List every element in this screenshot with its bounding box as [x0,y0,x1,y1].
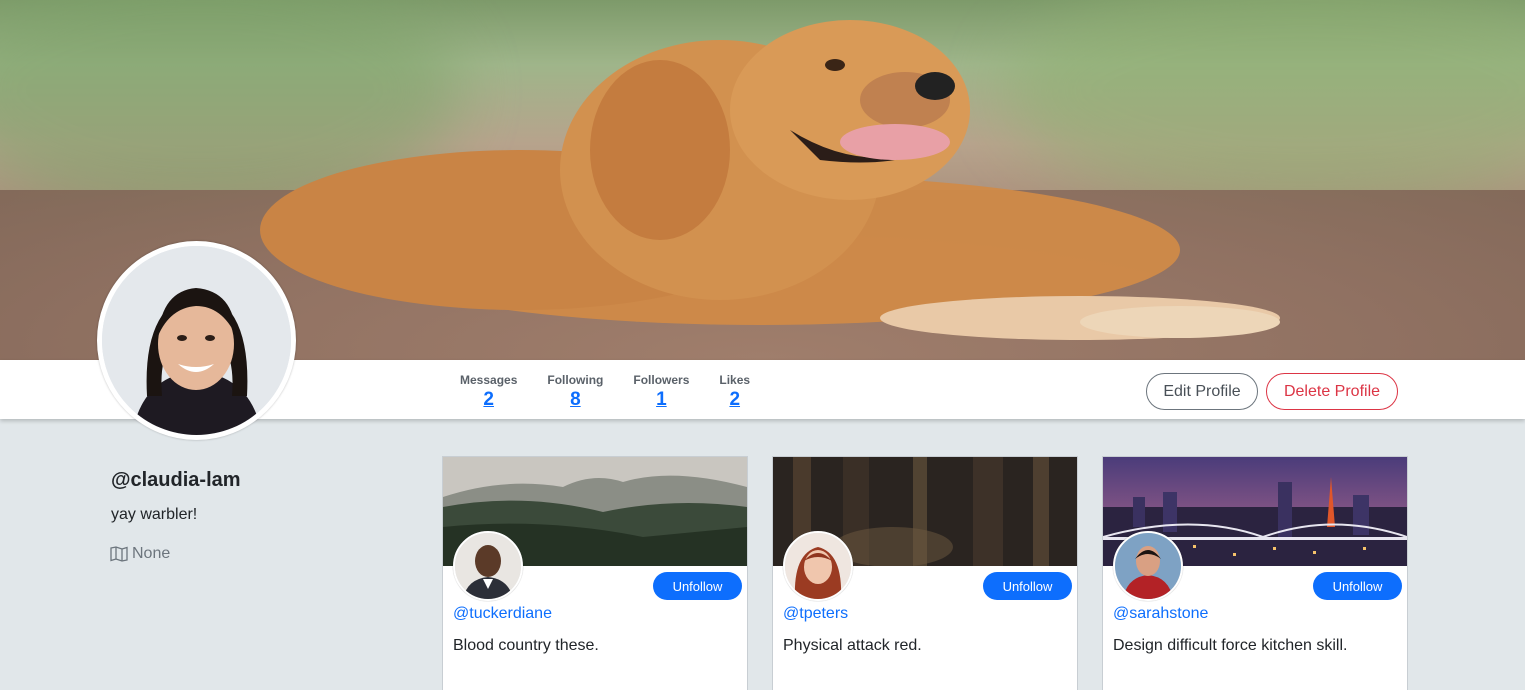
map-icon [110,546,128,562]
user-handle-link[interactable]: @tuckerdiane [453,605,552,623]
following-card: Unfollow @tpeters Physical attack red. [772,456,1078,690]
stat-messages: Messages 2 [460,373,517,412]
user-avatar [783,531,853,601]
delete-profile-button[interactable]: Delete Profile [1266,373,1398,410]
stat-label: Messages [460,373,518,387]
edit-profile-button[interactable]: Edit Profile [1146,373,1258,410]
user-bio: Design difficult force kitchen skill. [1113,637,1348,654]
user-bio: Physical attack red. [783,637,922,654]
user-bio: Blood country these. [453,637,599,654]
stat-following: Following 8 [547,373,603,412]
stat-label: Following [547,373,604,387]
user-avatar [1113,531,1183,601]
profile-username: @claudia-lam [111,469,241,491]
location-text: None [132,545,171,562]
profile-location: None [110,545,170,563]
user-handle-link[interactable]: @tpeters [783,605,848,623]
profile-avatar [97,241,296,440]
user-handle-link[interactable]: @sarahstone [1113,605,1208,623]
user-avatar [453,531,523,601]
messages-count-link[interactable]: 2 [460,388,517,412]
unfollow-button[interactable]: Unfollow [983,572,1072,600]
unfollow-button[interactable]: Unfollow [653,572,742,600]
followers-count-link[interactable]: 1 [633,388,689,412]
stats-list: Messages 2 Following 8 Followers 1 Likes… [460,373,750,412]
stat-label: Followers [633,373,690,387]
stat-label: Likes [719,373,751,387]
unfollow-button[interactable]: Unfollow [1313,572,1402,600]
following-card: Unfollow @sarahstone Design difficult fo… [1102,456,1408,690]
stat-followers: Followers 1 [633,373,689,412]
following-count-link[interactable]: 8 [547,388,603,412]
likes-count-link[interactable]: 2 [719,388,750,412]
following-card: Unfollow @tuckerdiane Blood country thes… [442,456,748,690]
profile-bio: yay warbler! [111,506,198,523]
stat-likes: Likes 2 [719,373,750,412]
